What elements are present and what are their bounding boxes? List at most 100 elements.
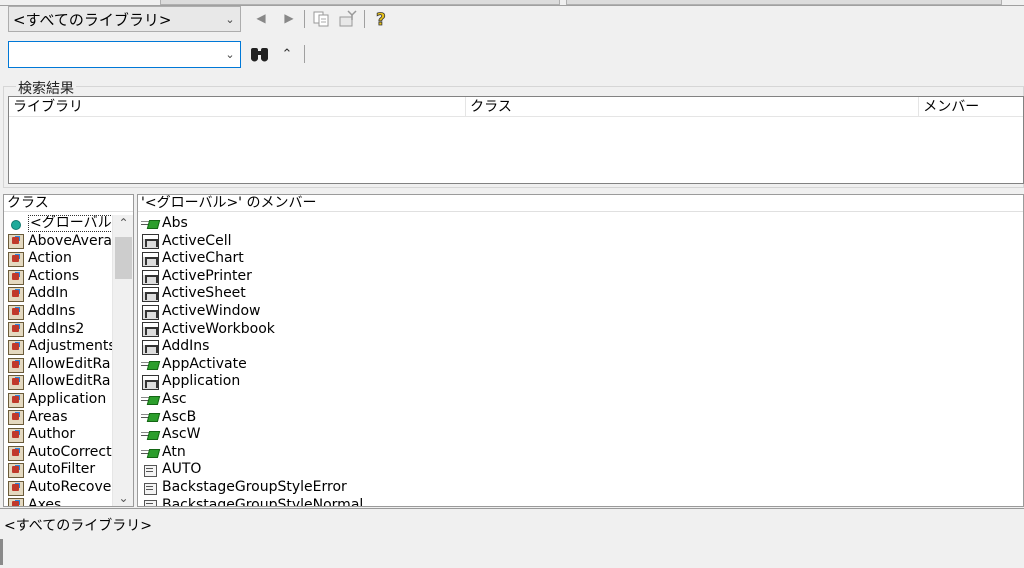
member-list-item[interactable]: AscB (138, 409, 1018, 427)
member-list-item[interactable]: ActiveChart (138, 250, 1018, 268)
class-list-item[interactable]: Axes (4, 497, 112, 506)
forward-icon[interactable]: ▶ (282, 10, 296, 26)
help-icon[interactable]: ? (372, 8, 392, 31)
class-icon (7, 304, 25, 320)
class-list-item[interactable]: <グローバル> (4, 215, 126, 233)
class-list-item[interactable]: Areas (4, 409, 112, 427)
class-list-item[interactable]: Actions (4, 268, 112, 286)
classes-list[interactable]: <グローバル> AboveAvera Action Actions AddIn AddIn… (4, 215, 126, 506)
classes-header: クラス (4, 195, 133, 212)
scroll-down-icon[interactable]: ⌄ (113, 490, 133, 506)
scroll-up-icon[interactable]: ⌃ (113, 215, 133, 232)
method-icon (141, 427, 159, 443)
class-list-item-label: AutoCorrect (28, 443, 112, 460)
class-list-item[interactable]: AutoCorrect (4, 444, 112, 462)
class-icon (7, 321, 25, 338)
class-icon (7, 269, 25, 285)
class-list-item[interactable]: AutoFilter (4, 461, 112, 479)
details-scrollbar[interactable] (0, 539, 3, 565)
class-list-item-label: Application (28, 390, 107, 407)
member-list-item[interactable]: BackstageGroupStyleNormal (138, 497, 1018, 506)
back-icon[interactable]: ◀ (254, 10, 268, 26)
class-icon (7, 286, 25, 303)
class-list-item-label: Areas (28, 408, 68, 425)
class-list-item[interactable]: AddIn (4, 285, 112, 303)
column-header-member[interactable]: メンバー (919, 97, 1023, 116)
member-list-item[interactable]: ActiveCell (138, 233, 1018, 251)
class-list-item[interactable]: Adjustments (4, 338, 116, 356)
member-list-item[interactable]: AscW (138, 426, 1018, 444)
search-results-header: ライブラリ クラス メンバー (9, 97, 1023, 117)
search-results-list[interactable]: ライブラリ クラス メンバー (8, 96, 1024, 184)
column-header-library[interactable]: ライブラリ (9, 97, 467, 116)
chevron-down-icon[interactable]: ⌄ (220, 48, 240, 61)
view-definition-icon[interactable] (338, 9, 358, 29)
class-icon (7, 374, 25, 391)
class-icon (7, 497, 25, 506)
member-list-item[interactable]: AUTO (138, 461, 1018, 479)
member-list-item[interactable]: Asc (138, 391, 1018, 409)
member-list-item-label: AddIns (162, 338, 210, 355)
copy-icon[interactable] (312, 9, 332, 29)
classes-pane[interactable]: クラス <グローバル> AboveAvera Action Actions AddIn A… (3, 194, 134, 507)
property-icon (141, 286, 159, 303)
library-combo-value: <すべてのライブラリ> (13, 10, 172, 29)
member-list-item[interactable]: AddIns (138, 338, 1018, 356)
class-list-item[interactable]: AddIns (4, 303, 112, 321)
member-list-item-label: ActiveChart (162, 250, 244, 267)
class-icon (7, 480, 25, 496)
class-list-item-label: Action (28, 250, 72, 267)
property-icon (141, 251, 159, 267)
constant-icon (141, 480, 159, 496)
collapse-icon[interactable]: ⌃ (278, 44, 296, 64)
member-list-item-label: Asc (162, 390, 187, 407)
member-list-item-label: ActivePrinter (162, 267, 252, 284)
class-list-item[interactable]: AllowEditRa (4, 373, 112, 391)
class-list-item[interactable]: Action (4, 250, 112, 268)
class-list-item-label: AutoRecove (28, 478, 112, 495)
toolbar-separator (304, 45, 305, 63)
member-list-item-label: Atn (162, 443, 186, 460)
member-list-item-label: Abs (162, 215, 188, 231)
scrollbar-thumb[interactable] (115, 237, 132, 279)
svg-text:?: ? (376, 10, 386, 30)
class-icon (7, 409, 25, 426)
class-list-item-label: <グローバル> (28, 215, 126, 233)
method-icon (141, 409, 159, 425)
class-icon (7, 357, 25, 373)
member-list-item[interactable]: Atn (138, 444, 1018, 462)
members-header: '<グローバル>' のメンバー (138, 195, 1023, 212)
member-list-item[interactable]: ActiveSheet (138, 285, 1018, 303)
window-tab (160, 0, 560, 5)
search-binoculars-icon[interactable] (248, 44, 272, 64)
class-list-item-label: Adjustments (28, 338, 116, 355)
members-list[interactable]: Abs ActiveCell ActiveChart ActivePrinter Act… (138, 215, 1018, 506)
member-list-item[interactable]: BackstageGroupStyleError (138, 479, 1018, 497)
member-list-item[interactable]: AppActivate (138, 356, 1018, 374)
member-list-item[interactable]: Abs (138, 215, 1018, 233)
class-list-item[interactable]: Application (4, 391, 112, 409)
member-list-item[interactable]: ActiveWindow (138, 303, 1018, 321)
member-list-item[interactable]: Application (138, 373, 1018, 391)
class-list-item[interactable]: AboveAvera (4, 233, 112, 251)
method-icon (141, 216, 159, 232)
class-icon (7, 445, 25, 461)
library-combo[interactable]: <すべてのライブラリ> ⌄ (8, 6, 241, 32)
member-list-item[interactable]: ActivePrinter (138, 268, 1018, 286)
chevron-down-icon[interactable]: ⌄ (220, 13, 240, 26)
class-list-item-label: Author (28, 426, 76, 443)
class-list-item[interactable]: AllowEditRa (4, 356, 112, 374)
class-list-item[interactable]: AutoRecove (4, 479, 112, 497)
member-list-item[interactable]: ActiveWorkbook (138, 321, 1018, 339)
member-list-item-label: AscB (162, 408, 197, 425)
globe-icon (7, 216, 25, 232)
class-list-item[interactable]: AddIns2 (4, 321, 112, 339)
classes-scrollbar[interactable]: ⌃ ⌄ (112, 215, 133, 506)
member-list-item-label: AppActivate (162, 355, 247, 372)
constant-icon (141, 462, 159, 478)
members-pane[interactable]: '<グローバル>' のメンバー Abs ActiveCell ActiveChart… (137, 194, 1024, 507)
search-combo[interactable]: ⌄ (8, 41, 241, 68)
column-header-class[interactable]: クラス (466, 97, 920, 116)
search-results-title: 検索結果 (16, 78, 76, 97)
class-list-item[interactable]: Author (4, 426, 112, 444)
